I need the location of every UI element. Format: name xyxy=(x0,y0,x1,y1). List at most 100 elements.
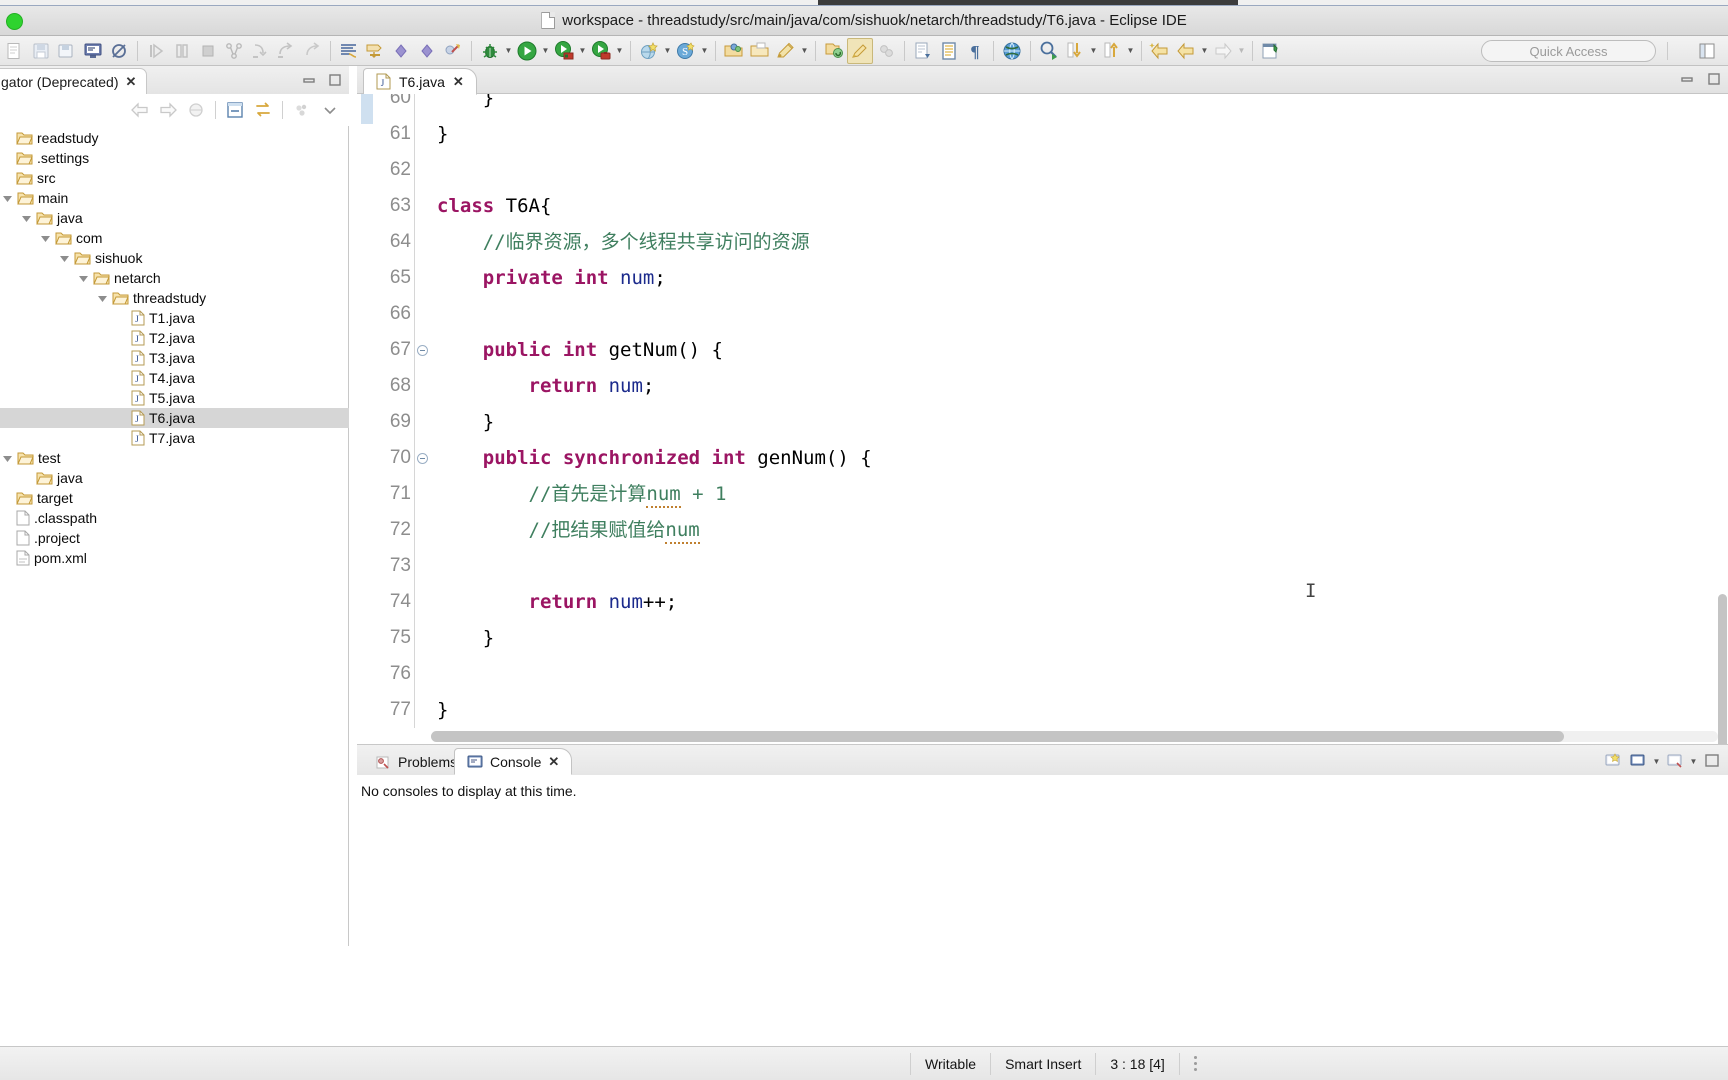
new-annotation-dropdown-arrow-icon[interactable]: ▼ xyxy=(799,38,810,64)
tree-item[interactable]: com xyxy=(0,228,349,248)
chevron-down-icon[interactable] xyxy=(58,252,70,264)
new-text-file-icon[interactable] xyxy=(1258,38,1284,64)
open-web-browser-icon[interactable] xyxy=(999,38,1025,64)
debug-dropdown-arrow-icon[interactable]: ▼ xyxy=(503,38,514,64)
close-icon[interactable]: ✕ xyxy=(548,755,559,768)
code-text[interactable]: } xyxy=(431,116,1712,152)
code-text[interactable]: } xyxy=(431,404,1712,440)
editor-body[interactable]: 60 } 61} 62 63 class T6A{64 //临界资源，多个线程共享访问的… xyxy=(357,94,1728,744)
chevron-down-icon[interactable] xyxy=(20,212,32,224)
tree-item[interactable]: J T3.java xyxy=(0,348,349,368)
code-line[interactable]: 71 //首先是计算num + 1 xyxy=(373,476,1712,512)
remove-all-breakpoints-icon[interactable] xyxy=(440,38,466,64)
code-line[interactable]: 74 return num++; xyxy=(373,584,1712,620)
back-icon[interactable] xyxy=(1147,38,1173,64)
new-java-project-icon[interactable] xyxy=(636,38,662,64)
new-annotation-icon[interactable] xyxy=(773,38,799,64)
minimize-icon[interactable] xyxy=(299,71,319,89)
external-tools-dropdown-arrow-icon[interactable]: ▼ xyxy=(577,38,588,64)
fold-collapse-icon[interactable] xyxy=(413,344,431,356)
code-text[interactable]: } xyxy=(431,94,1712,116)
code-line[interactable]: 70 public synchronized int genNum() { xyxy=(373,440,1712,476)
tree-item[interactable]: J T2.java xyxy=(0,328,349,348)
code-text[interactable]: public int getNum() { xyxy=(431,332,1712,368)
status-resize-grip-icon[interactable] xyxy=(1180,1056,1211,1071)
coverage-icon[interactable] xyxy=(588,38,614,64)
code-text[interactable]: private int num; xyxy=(431,260,1712,296)
step-return-icon[interactable] xyxy=(299,38,325,64)
export-report-icon[interactable] xyxy=(910,38,936,64)
code-text[interactable]: return num++; xyxy=(431,584,1712,620)
code-line[interactable]: 67 public int getNum() { xyxy=(373,332,1712,368)
display-selected-console-icon[interactable] xyxy=(1626,749,1650,773)
previous-member-icon[interactable] xyxy=(1099,38,1125,64)
tree-item[interactable]: readstudy xyxy=(0,128,349,148)
search-reference-icon[interactable] xyxy=(1036,38,1062,64)
code-text[interactable]: //把结果赋值给num xyxy=(431,512,1712,548)
chevron-down-icon[interactable] xyxy=(77,272,89,284)
editor-window-controls[interactable] xyxy=(1677,70,1724,88)
previous-member-dropdown-arrow-icon[interactable]: ▼ xyxy=(1125,38,1136,64)
navigator-forward-icon[interactable] xyxy=(155,97,181,123)
new-java-project-dropdown-arrow-icon[interactable]: ▼ xyxy=(662,38,673,64)
code-text[interactable]: } xyxy=(431,692,1712,728)
quick-access-input[interactable]: Quick Access xyxy=(1481,40,1656,62)
perspective-switcher-icon[interactable] xyxy=(1696,40,1718,62)
forward-dropdown-arrow-icon[interactable]: ▼ xyxy=(1199,38,1210,64)
resume-icon[interactable] xyxy=(143,38,169,64)
save-all-icon[interactable] xyxy=(54,38,80,64)
view-menu-icon[interactable] xyxy=(317,97,343,123)
new-spring-element-icon[interactable]: S xyxy=(673,38,699,64)
previous-annotation-icon[interactable] xyxy=(388,38,414,64)
code-line[interactable]: 77} xyxy=(373,692,1712,728)
code-text[interactable]: //首先是计算num + 1 xyxy=(431,476,1712,512)
pin-console-icon[interactable] xyxy=(1663,749,1687,773)
search-duplicates-icon[interactable] xyxy=(873,38,899,64)
scrollbar-thumb[interactable] xyxy=(431,731,1564,742)
open-console-icon[interactable] xyxy=(80,38,106,64)
new-wizard-icon[interactable] xyxy=(2,38,28,64)
coverage-dropdown-arrow-icon[interactable]: ▼ xyxy=(614,38,625,64)
code-line[interactable]: 75 } xyxy=(373,620,1712,656)
bottom-panel-tools[interactable]: ▼ ▼ xyxy=(1601,748,1724,774)
close-icon[interactable]: ✕ xyxy=(126,75,137,88)
code-text[interactable]: //临界资源，多个线程共享访问的资源 xyxy=(431,224,1712,260)
open-task-icon[interactable] xyxy=(747,38,773,64)
debug-icon[interactable] xyxy=(477,38,503,64)
tab-console[interactable]: Console ✕ xyxy=(454,748,573,775)
step-into-icon[interactable] xyxy=(247,38,273,64)
tree-item[interactable]: test xyxy=(0,448,349,468)
fold-collapse-icon[interactable] xyxy=(413,452,431,464)
tree-item-selected[interactable]: J T6.java xyxy=(0,408,349,428)
run-dropdown-arrow-icon[interactable]: ▼ xyxy=(540,38,551,64)
code-line[interactable]: 64 //临界资源，多个线程共享访问的资源 xyxy=(373,224,1712,260)
editor-marker-bar[interactable] xyxy=(359,94,373,728)
paintbrush-icon[interactable] xyxy=(847,37,873,64)
tree-item[interactable]: .settings xyxy=(0,148,349,168)
source-code[interactable]: 60 } 61} 62 63 class T6A{64 //临界资源，多个线程共享访问的… xyxy=(373,94,1712,728)
last-edit-dropdown-arrow-icon[interactable]: ▼ xyxy=(1236,38,1247,64)
code-line[interactable]: 72 //把结果赋值给num xyxy=(373,512,1712,548)
tree-item[interactable]: netarch xyxy=(0,268,349,288)
chevron-down-icon[interactable] xyxy=(1,192,13,204)
suspend-icon[interactable] xyxy=(169,38,195,64)
navigator-back-icon[interactable] xyxy=(127,97,153,123)
tree-item[interactable]: sishuok xyxy=(0,248,349,268)
code-line[interactable]: 60 } xyxy=(373,94,1712,116)
code-line[interactable]: 76 xyxy=(373,656,1712,692)
console-content[interactable]: No consoles to display at this time. xyxy=(357,775,1728,946)
editor-horizontal-scrollbar[interactable] xyxy=(431,731,1718,742)
tree-item[interactable]: .project xyxy=(0,528,349,548)
new-spring-element-dropdown-arrow-icon[interactable]: ▼ xyxy=(699,38,710,64)
code-line[interactable]: 62 xyxy=(373,152,1712,188)
code-line[interactable]: 66 xyxy=(373,296,1712,332)
skip-all-breakpoints-icon[interactable] xyxy=(106,38,132,64)
next-annotation-icon[interactable] xyxy=(414,38,440,64)
navigator-window-controls[interactable] xyxy=(299,71,345,89)
tree-item[interactable]: pom.xml xyxy=(0,548,349,568)
code-text[interactable]: return num; xyxy=(431,368,1712,404)
last-edit-position-icon[interactable] xyxy=(1210,38,1236,64)
traffic-light-green-icon[interactable] xyxy=(6,13,23,30)
code-line[interactable]: 63 class T6A{ xyxy=(373,188,1712,224)
chevron-down-icon[interactable] xyxy=(39,232,51,244)
